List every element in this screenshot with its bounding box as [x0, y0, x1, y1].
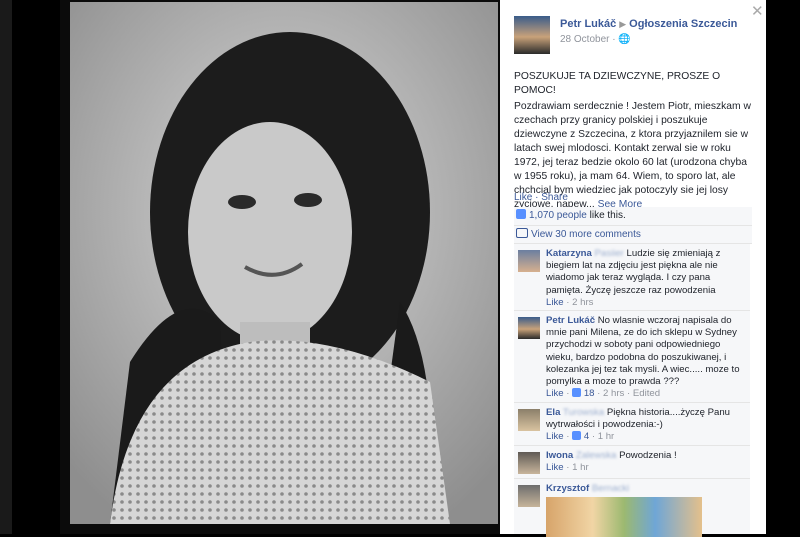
commenter-name[interactable]: Krzysztof: [546, 483, 589, 494]
avatar[interactable]: [518, 317, 540, 339]
thumbs-up-icon: [572, 431, 582, 441]
thumbs-up-icon: [516, 209, 526, 219]
action-separator: ·: [532, 192, 542, 203]
comment-like-count[interactable]: 4: [584, 431, 589, 442]
comment: Iwona Zalewska Powodzenia ! Like · 1 hr: [514, 446, 750, 479]
date-link[interactable]: 28 October: [560, 34, 609, 45]
comment-like[interactable]: Like: [546, 462, 564, 473]
comment: Petr Lukáč No wlasnie wczoraj napisala d…: [514, 311, 750, 403]
likes-count[interactable]: 1,070 people: [529, 210, 587, 221]
post-author-line: Petr Lukáč ▶ Ogłoszenia Szczecin: [560, 18, 737, 30]
commenter-name[interactable]: Iwona: [546, 450, 573, 461]
comment-meta: Like · 18 · 2 hrs · Edited: [546, 388, 661, 400]
arrow-right-icon: ▶: [619, 19, 627, 29]
comment-time: 1 hr: [572, 462, 589, 474]
comment-icon: [516, 228, 528, 238]
group-name[interactable]: Ogłoszenia Szczecin: [629, 18, 737, 30]
globe-icon: 🌐: [618, 34, 631, 45]
background-strip: [0, 0, 12, 534]
comment-like[interactable]: Like: [546, 297, 564, 308]
commenter-surname: Bernacki: [591, 483, 630, 494]
commenter-name[interactable]: Katarzyna: [546, 248, 592, 259]
commenter-name[interactable]: Petr Lukáč: [546, 315, 595, 326]
photo-viewer[interactable]: [60, 0, 500, 534]
author-name[interactable]: Petr Lukáč: [560, 18, 616, 30]
comment: Krzysztof Bernacki: [514, 479, 750, 537]
comment-like[interactable]: Like: [546, 388, 564, 399]
post-date: 28 October · 🌐: [560, 34, 631, 45]
post-photo[interactable]: [70, 2, 498, 524]
thumbs-up-icon: [572, 388, 582, 398]
comment-edited[interactable]: Edited: [633, 388, 660, 399]
post-text: POSZUKUJE TA DZIEWCZYNE, PROSZE O POMOC!…: [514, 70, 754, 212]
comment-time: 1 hr: [597, 431, 615, 443]
share-button[interactable]: Share: [541, 192, 568, 203]
comment-meta: Like · 4 · 1 hr: [546, 431, 615, 443]
avatar[interactable]: [518, 250, 540, 272]
commenter-surname: Zalewska: [575, 450, 617, 461]
view-more-comments[interactable]: View 30 more comments: [514, 226, 752, 244]
post-headline: POSZUKUJE TA DZIEWCZYNE, PROSZE O POMOC!: [514, 71, 721, 96]
author-avatar[interactable]: [514, 16, 550, 54]
commenter-surname: Pasiier: [594, 248, 624, 259]
comment-like[interactable]: Like: [546, 431, 564, 442]
avatar[interactable]: [518, 452, 540, 474]
commenter-name[interactable]: Ela: [546, 407, 560, 418]
comment-meta: Like · 1 hr: [546, 462, 589, 474]
close-icon[interactable]: ✕: [751, 4, 764, 19]
like-button[interactable]: Like: [514, 192, 532, 203]
avatar[interactable]: [518, 485, 540, 507]
view-more-label[interactable]: View 30 more comments: [531, 229, 641, 240]
comment-like-count[interactable]: 18: [584, 388, 595, 399]
comment-image[interactable]: [546, 497, 702, 537]
likes-suffix: like this.: [586, 210, 626, 221]
likes-summary: 1,070 people like this.: [514, 207, 752, 226]
post-header: Petr Lukáč ▶ Ogłoszenia Szczecin 28 Octobe…: [514, 16, 754, 56]
commenter-surname: Turowska: [562, 407, 605, 418]
comment-time: 2 hrs: [603, 388, 625, 400]
comment: Ela Turowska Piękna historia....życzę Pa…: [514, 403, 750, 446]
comment-time: 2 hrs: [572, 296, 594, 308]
avatar[interactable]: [518, 409, 540, 431]
comment-text: Powodzenia !: [619, 450, 677, 461]
comment-meta: Like · 2 hrs: [546, 296, 594, 308]
post-actions: Like · Share: [514, 192, 568, 203]
comment: Katarzyna Pasiier Ludzie się zmieniają z…: [514, 244, 750, 311]
